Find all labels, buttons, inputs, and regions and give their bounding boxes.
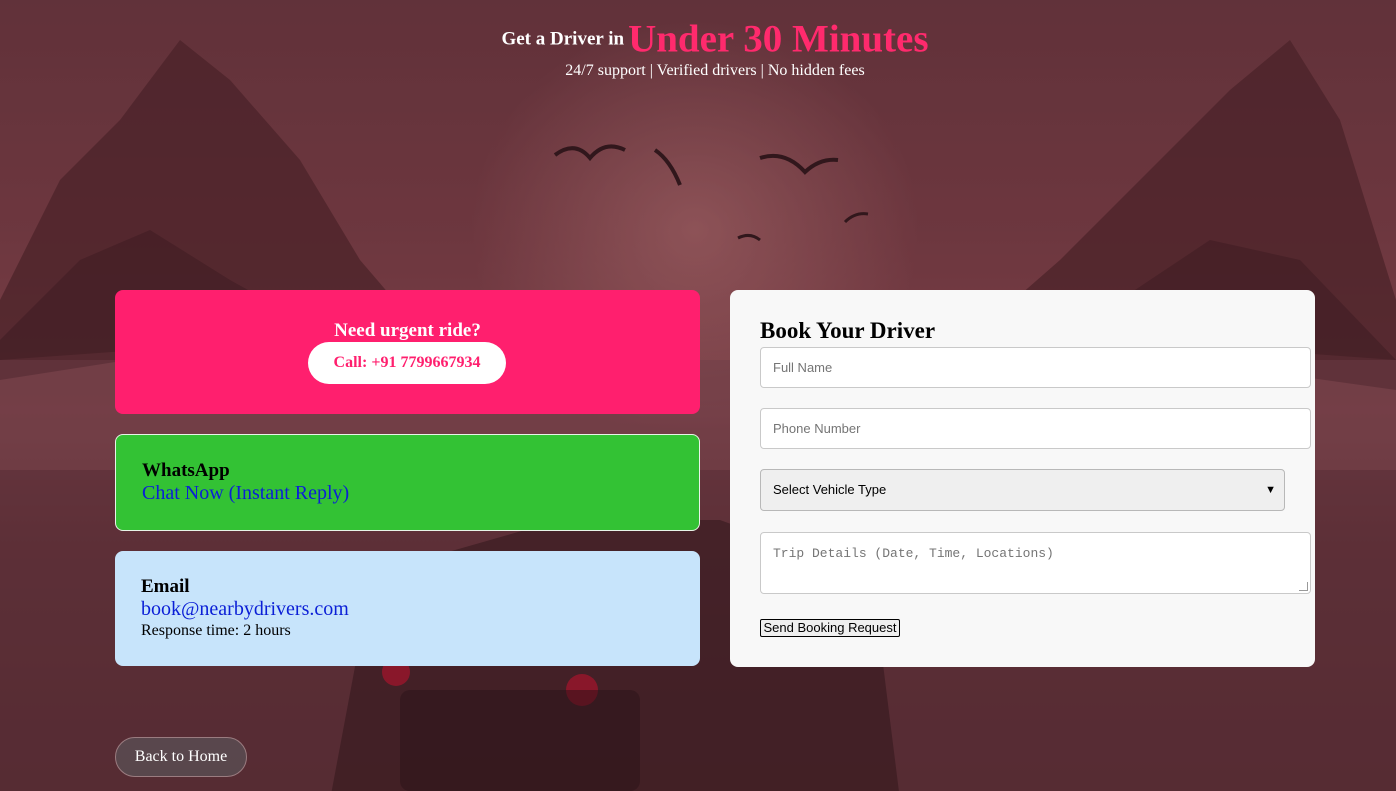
booking-form-card: Book Your Driver Full Name Phone Number … bbox=[730, 290, 1315, 667]
hero: Get a Driver in Under 30 Minutes 24/7 su… bbox=[0, 14, 1396, 80]
urgent-ride-card: Need urgent ride? Call: +91 7799667934 bbox=[115, 290, 700, 414]
booking-form-title: Book Your Driver bbox=[760, 318, 936, 343]
trip-details-placeholder: Trip Details (Date, Time, Locations) bbox=[773, 546, 1054, 561]
whatsapp-card: WhatsApp Chat Now (Instant Reply) bbox=[115, 434, 700, 531]
vehicle-type-selected: Select Vehicle Type bbox=[773, 482, 887, 497]
hero-prefix: Get a Driver in bbox=[501, 28, 625, 50]
back-to-home-button[interactable]: Back to Home bbox=[115, 737, 247, 777]
email-content: Email book@nearbydrivers.com Response ti… bbox=[141, 575, 349, 641]
email-card: Email book@nearbydrivers.com Response ti… bbox=[115, 551, 700, 666]
full-name-input[interactable]: Full Name bbox=[760, 347, 1311, 388]
hero-title: Get a Driver in Under 30 Minutes bbox=[0, 14, 1396, 64]
email-response-time: Response time: 2 hours bbox=[141, 622, 291, 639]
call-button[interactable]: Call: +91 7799667934 bbox=[308, 342, 506, 384]
resize-handle-icon[interactable] bbox=[1299, 582, 1308, 591]
chevron-down-icon: ▼ bbox=[1265, 484, 1276, 496]
whatsapp-content: WhatsApp Chat Now (Instant Reply) bbox=[142, 459, 349, 505]
whatsapp-label: WhatsApp bbox=[142, 460, 230, 481]
email-link[interactable]: book@nearbydrivers.com bbox=[141, 598, 349, 621]
hero-subtitle: 24/7 support | Verified drivers | No hid… bbox=[565, 62, 865, 80]
trip-details-textarea[interactable]: Trip Details (Date, Time, Locations) bbox=[760, 532, 1311, 594]
hero-highlight: Under 30 Minutes bbox=[628, 17, 929, 61]
whatsapp-chat-link[interactable]: Chat Now (Instant Reply) bbox=[142, 482, 349, 505]
email-label: Email bbox=[141, 576, 190, 597]
phone-number-input[interactable]: Phone Number bbox=[760, 408, 1311, 449]
send-booking-button[interactable]: Send Booking Request bbox=[760, 619, 900, 637]
vehicle-type-select[interactable]: Select Vehicle Type ▼ bbox=[760, 469, 1285, 511]
urgent-ride-title: Need urgent ride? bbox=[334, 320, 481, 341]
